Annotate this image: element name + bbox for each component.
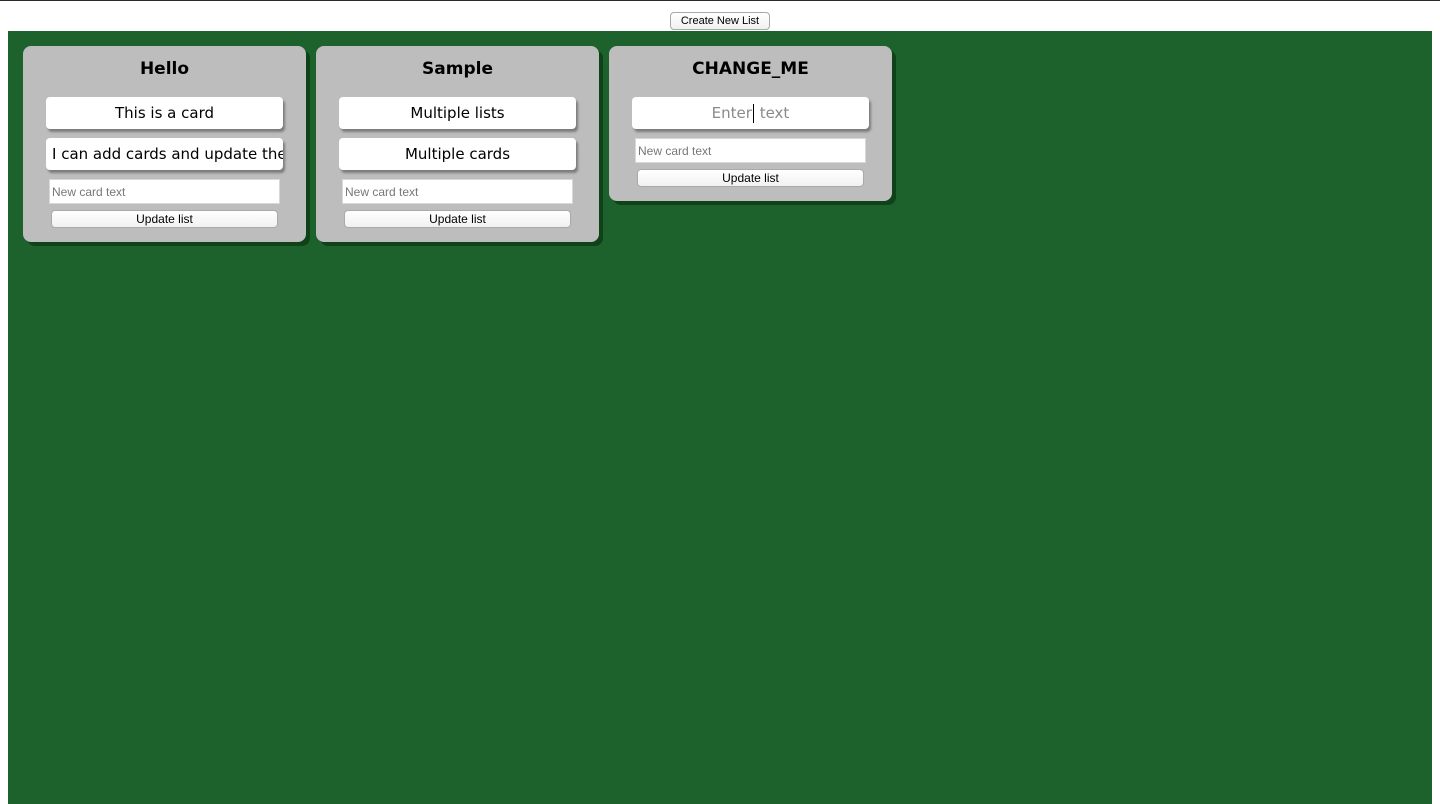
toolbar: Create New List <box>0 1 1440 31</box>
create-new-list-button[interactable]: Create New List <box>670 12 770 30</box>
card-edit-text-after-caret: text <box>754 104 790 122</box>
update-list-button[interactable]: Update list <box>637 169 864 187</box>
new-card-input[interactable] <box>49 179 280 204</box>
list-sample: Sample Multiple lists Multiple cards Upd… <box>316 46 599 242</box>
update-list-button[interactable]: Update list <box>344 210 571 228</box>
card[interactable]: Multiple cards <box>339 138 576 170</box>
card-edit-text-before-caret: Enter <box>711 104 752 122</box>
text-caret <box>752 104 754 123</box>
new-card-input[interactable] <box>635 138 866 163</box>
list-title[interactable]: CHANGE_ME <box>609 58 892 80</box>
card[interactable]: Multiple lists <box>339 97 576 129</box>
list-title[interactable]: Hello <box>23 58 306 80</box>
list-hello: Hello This is a card I can add cards and… <box>23 46 306 242</box>
board: Hello This is a card I can add cards and… <box>8 31 1432 804</box>
list-change-me: CHANGE_ME Enter text Update list <box>609 46 892 201</box>
list-title[interactable]: Sample <box>316 58 599 80</box>
card[interactable]: I can add cards and update the <box>46 138 283 170</box>
new-card-input[interactable] <box>342 179 573 204</box>
update-list-button[interactable]: Update list <box>51 210 278 228</box>
card-edit-field[interactable]: Enter text <box>632 97 869 129</box>
card[interactable]: This is a card <box>46 97 283 129</box>
